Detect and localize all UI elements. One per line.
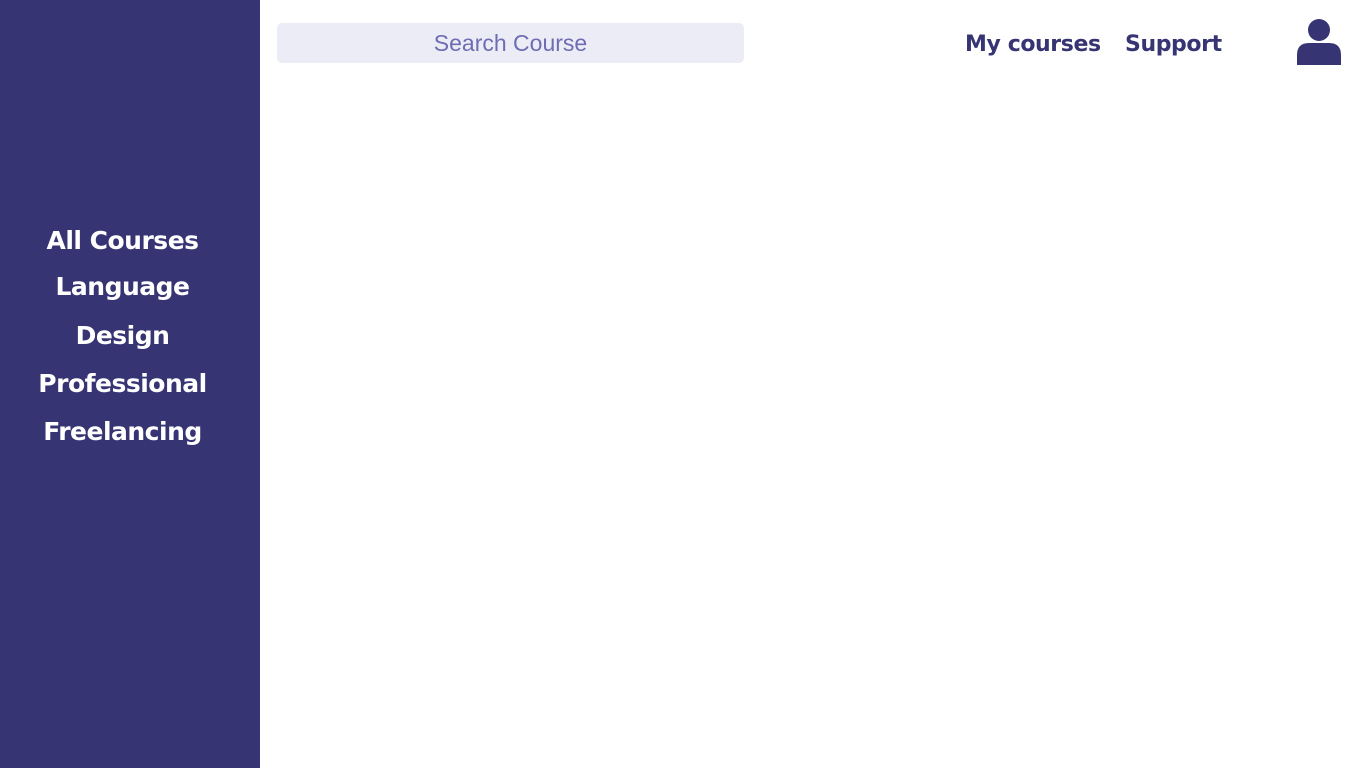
search-box bbox=[277, 23, 744, 63]
sidebar-item-professional[interactable]: Professional bbox=[0, 363, 245, 411]
search-input[interactable] bbox=[277, 23, 744, 63]
category-list: All Courses Language Design Professional… bbox=[0, 220, 245, 459]
sidebar-item-freelancing[interactable]: Freelancing bbox=[0, 411, 245, 459]
sidebar-item-language[interactable]: Language bbox=[0, 266, 245, 315]
my-courses-link[interactable]: My courses bbox=[965, 28, 1101, 62]
sidebar-item-all-courses[interactable]: All Courses bbox=[0, 220, 245, 266]
sidebar: All Courses Language Design Professional… bbox=[0, 0, 260, 768]
user-avatar-icon[interactable] bbox=[1296, 18, 1342, 66]
sidebar-item-design[interactable]: Design bbox=[0, 315, 245, 363]
support-link[interactable]: Support bbox=[1125, 28, 1222, 62]
